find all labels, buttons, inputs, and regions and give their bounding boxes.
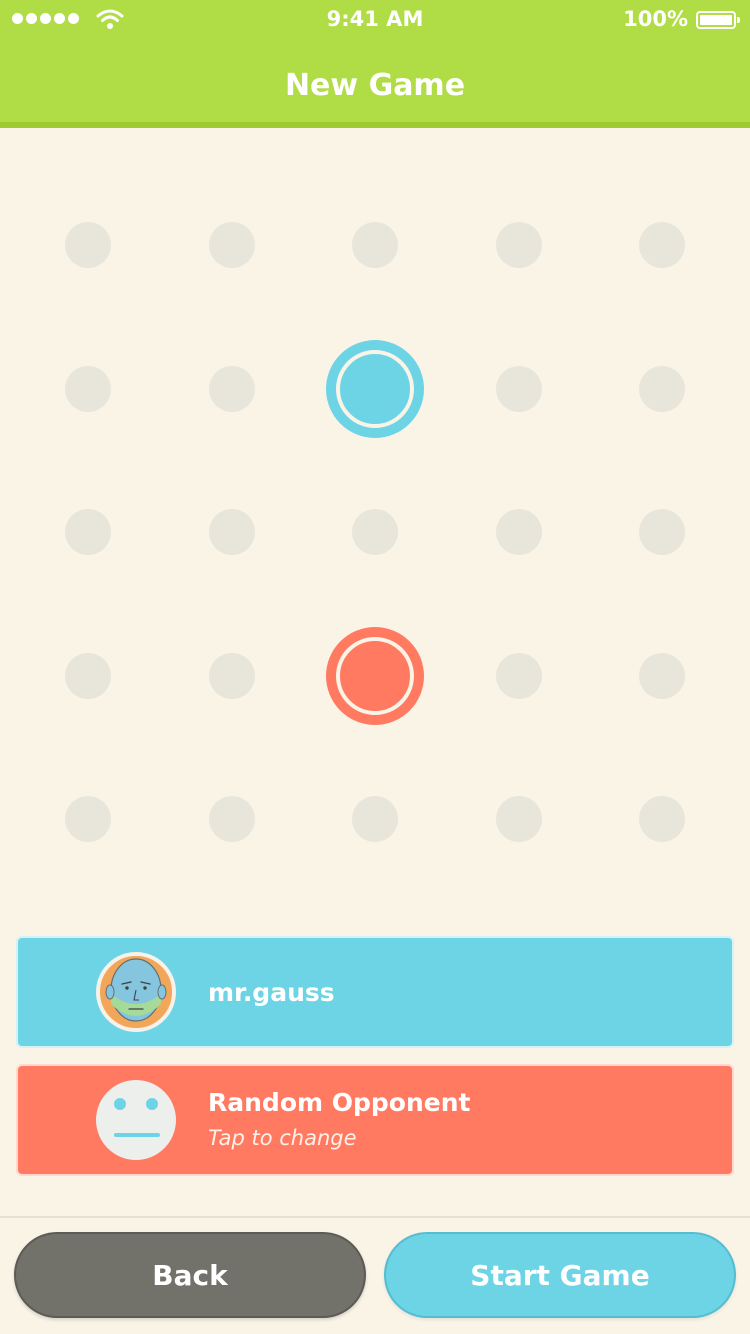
status-bar: 9:41 AM 100%	[0, 0, 750, 40]
player-2-piece[interactable]	[326, 626, 424, 725]
battery-icon	[696, 11, 740, 29]
board-cell[interactable]	[208, 222, 255, 268]
player-1-piece[interactable]	[326, 339, 424, 438]
board-cell[interactable]	[65, 509, 111, 555]
board-cell[interactable]	[352, 222, 398, 268]
board-cell[interactable]	[639, 796, 685, 842]
board-cell[interactable]	[208, 509, 255, 555]
board-cell[interactable]	[208, 365, 255, 412]
battery-percent: 100%	[623, 7, 688, 31]
bald-man-avatar	[96, 952, 176, 1032]
board-cell[interactable]	[495, 509, 542, 555]
game-board	[0, 128, 750, 928]
player-card-1[interactable]: mr.gauss	[16, 936, 734, 1048]
back-button[interactable]: Back	[14, 1232, 366, 1318]
board-cell[interactable]	[495, 365, 542, 412]
board-cell[interactable]	[495, 796, 542, 842]
change-opponent-hint: Tap to change	[208, 1126, 357, 1150]
board-cell[interactable]	[352, 509, 398, 555]
board-cell[interactable]	[495, 222, 542, 268]
board-cell[interactable]	[65, 652, 111, 699]
page-title: New Game	[284, 68, 466, 103]
board-cell[interactable]	[208, 796, 255, 842]
board-cell[interactable]	[208, 652, 255, 699]
board-cell[interactable]	[65, 222, 111, 268]
board-cell[interactable]	[495, 652, 542, 699]
board-cell[interactable]	[65, 796, 111, 842]
board-cell[interactable]	[639, 509, 685, 555]
board-cell[interactable]	[352, 796, 398, 842]
footer-divider	[0, 1216, 750, 1218]
board-cell[interactable]	[639, 222, 685, 268]
player-card-2[interactable]: Random Opponent Tap to change	[16, 1064, 734, 1176]
player-2-name: Random Opponent	[208, 1088, 471, 1117]
board-cell[interactable]	[639, 365, 685, 412]
board-cell[interactable]	[639, 652, 685, 699]
board-cell[interactable]	[65, 365, 111, 412]
start-game-button[interactable]: Start Game	[384, 1232, 736, 1318]
navigation-bar: 9:41 AM 100% New Game	[0, 0, 750, 128]
player-1-name: mr.gauss	[208, 978, 335, 1007]
blank-face-avatar	[96, 1080, 176, 1160]
